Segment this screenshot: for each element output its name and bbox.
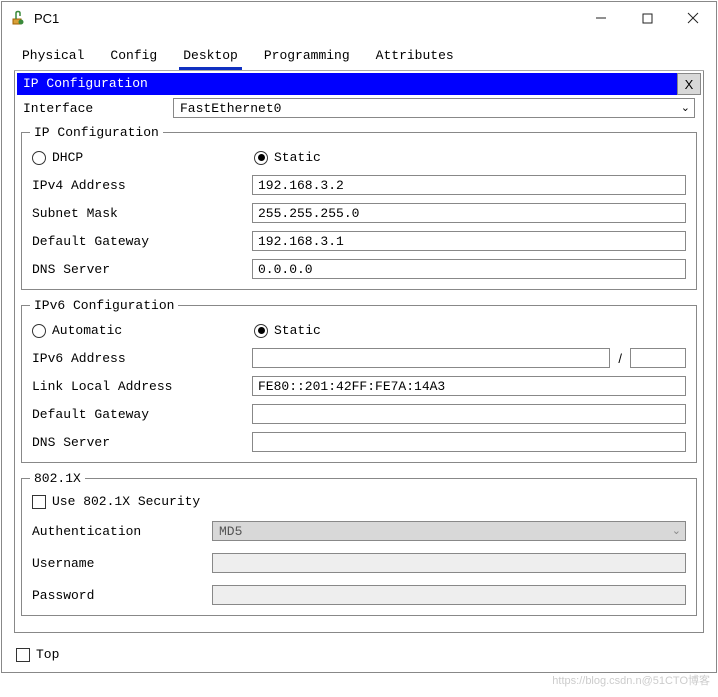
authentication-label: Authentication: [32, 524, 212, 539]
interface-label: Interface: [23, 101, 173, 116]
ipv6-address-label: IPv6 Address: [32, 351, 252, 366]
desktop-panel: IP Configuration X Interface FastEtherne…: [14, 71, 704, 633]
window-controls: [578, 2, 716, 34]
ipv6-mode-row: Automatic Static: [26, 317, 692, 344]
ipv4-dns-input[interactable]: 0.0.0.0: [252, 259, 686, 279]
tab-bar: Physical Config Desktop Programming Attr…: [14, 46, 704, 71]
tab-programming[interactable]: Programming: [260, 46, 354, 68]
radio-unchecked-icon: [32, 324, 46, 338]
checkbox-icon: [32, 495, 46, 509]
password-input: [212, 585, 686, 605]
bottom-bar: Top: [2, 639, 716, 672]
ip-config-header: IP Configuration X: [17, 73, 701, 95]
ipv6-gateway-label: Default Gateway: [32, 407, 252, 422]
ipv6-gateway-input[interactable]: [252, 404, 686, 424]
ipv6-address-input[interactable]: [252, 348, 610, 368]
ipv6-legend: IPv6 Configuration: [30, 298, 178, 313]
authentication-value: MD5: [219, 524, 242, 539]
chevron-down-icon: ⌄: [681, 101, 690, 114]
ipv4-dhcp-label: DHCP: [52, 150, 83, 165]
close-button[interactable]: [670, 2, 716, 34]
tab-physical[interactable]: Physical: [18, 46, 88, 68]
ipv6-config-group: IPv6 Configuration Automatic Static IPv6…: [21, 298, 697, 463]
link-local-input[interactable]: FE80::201:42FF:FE7A:14A3: [252, 376, 686, 396]
titlebar[interactable]: PC1: [2, 2, 716, 34]
use-8021x-label: Use 802.1X Security: [52, 494, 200, 509]
ipv4-address-label: IPv4 Address: [32, 178, 252, 193]
top-label: Top: [36, 647, 59, 662]
ip-config-close-button[interactable]: X: [677, 73, 701, 95]
top-checkbox-option[interactable]: Top: [16, 647, 59, 662]
checkbox-icon: [16, 648, 30, 662]
radio-checked-icon: [254, 324, 268, 338]
maximize-button[interactable]: [624, 2, 670, 34]
password-label: Password: [32, 588, 212, 603]
ipv6-prefix-separator: /: [616, 351, 624, 366]
tab-desktop[interactable]: Desktop: [179, 46, 242, 70]
watermark: https://blog.csdn.n@51CTO博客: [552, 672, 710, 688]
ipv4-legend: IP Configuration: [30, 125, 163, 140]
username-label: Username: [32, 556, 212, 571]
ip-config-title: IP Configuration: [17, 73, 677, 95]
app-window: PC1 Physical Config Desktop Programming …: [1, 1, 717, 673]
ipv4-config-group: IP Configuration DHCP Static IPv4 Addres…: [21, 125, 697, 290]
ipv4-address-input[interactable]: 192.168.3.2: [252, 175, 686, 195]
ipv6-static-label: Static: [274, 323, 321, 338]
ipv6-prefix-input[interactable]: [630, 348, 686, 368]
ipv4-static-label: Static: [274, 150, 321, 165]
interface-value: FastEthernet0: [180, 101, 281, 116]
radio-checked-icon: [254, 151, 268, 165]
dot1x-legend: 802.1X: [30, 471, 85, 486]
authentication-select: MD5 ⌄: [212, 521, 686, 541]
ipv4-dns-label: DNS Server: [32, 262, 252, 277]
subnet-mask-label: Subnet Mask: [32, 206, 252, 221]
tab-config[interactable]: Config: [106, 46, 161, 68]
content-area: Physical Config Desktop Programming Attr…: [2, 34, 716, 639]
ipv6-automatic-label: Automatic: [52, 323, 122, 338]
link-local-label: Link Local Address: [32, 379, 252, 394]
interface-select[interactable]: FastEthernet0 ⌄: [173, 98, 695, 118]
username-input: [212, 553, 686, 573]
ipv4-gateway-label: Default Gateway: [32, 234, 252, 249]
radio-unchecked-icon: [32, 151, 46, 165]
ipv6-static-option[interactable]: Static: [254, 323, 321, 338]
subnet-mask-input[interactable]: 255.255.255.0: [252, 203, 686, 223]
tab-attributes[interactable]: Attributes: [372, 46, 458, 68]
ipv4-static-option[interactable]: Static: [254, 150, 321, 165]
ipv4-mode-row: DHCP Static: [26, 144, 692, 171]
ipv6-dns-input[interactable]: [252, 432, 686, 452]
minimize-button[interactable]: [578, 2, 624, 34]
window-title: PC1: [34, 11, 578, 26]
interface-row: Interface FastEthernet0 ⌄: [17, 95, 701, 121]
app-icon: [10, 10, 26, 26]
dot1x-group: 802.1X Use 802.1X Security Authenticatio…: [21, 471, 697, 616]
ipv6-automatic-option[interactable]: Automatic: [32, 323, 254, 338]
chevron-down-icon: ⌄: [672, 524, 681, 537]
ipv4-gateway-input[interactable]: 192.168.3.1: [252, 231, 686, 251]
use-8021x-option[interactable]: Use 802.1X Security: [32, 494, 200, 509]
ipv4-dhcp-option[interactable]: DHCP: [32, 150, 254, 165]
ipv6-dns-label: DNS Server: [32, 435, 252, 450]
